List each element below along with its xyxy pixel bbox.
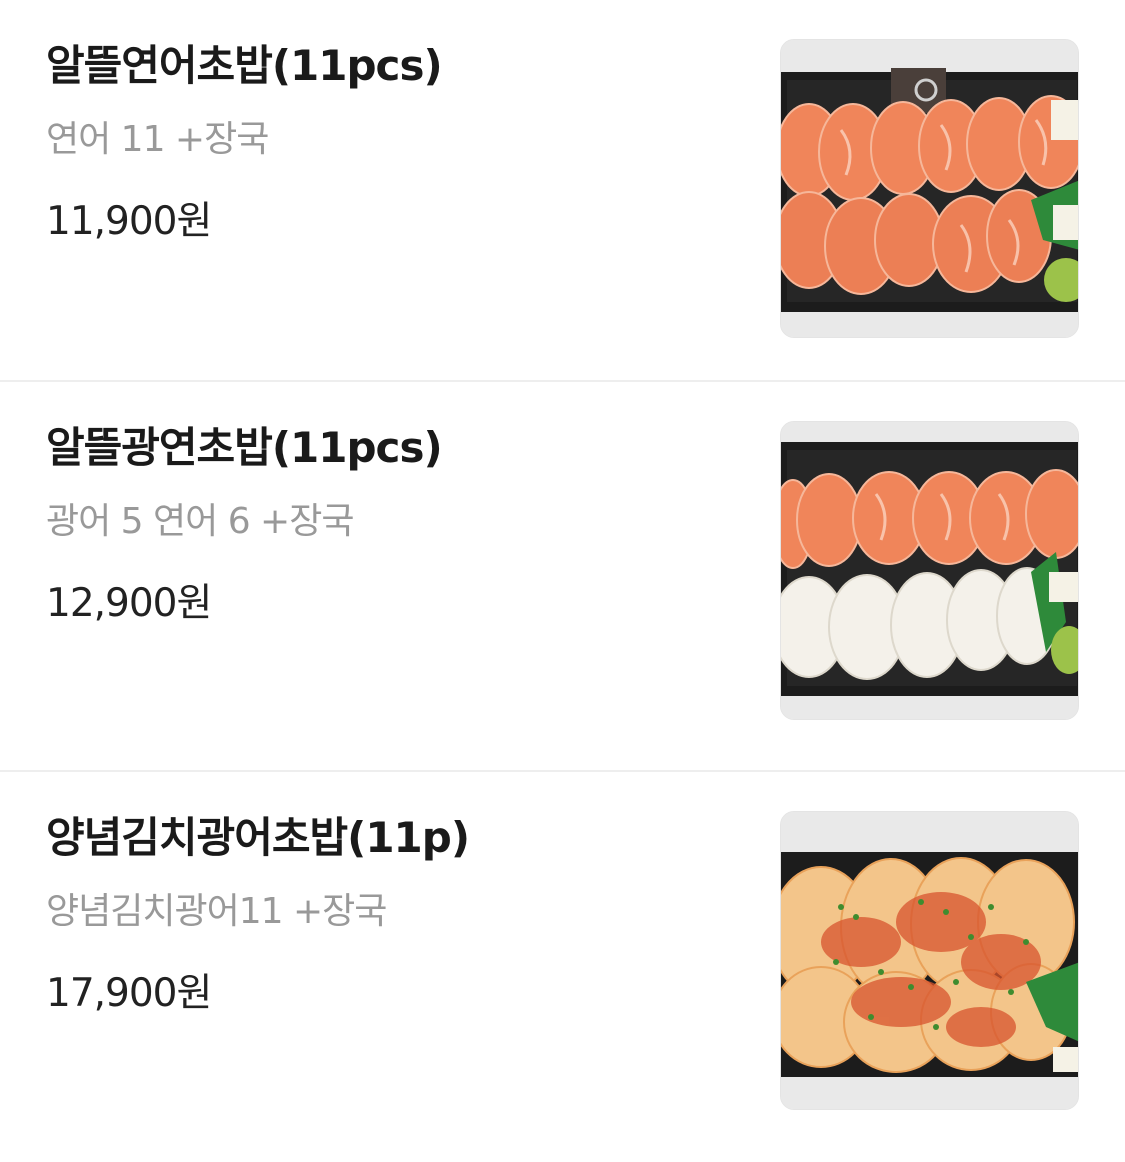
item-description: 연어 11 +장국 [46, 119, 269, 160]
item-name: 알뜰광연초밥(11pcs) [46, 423, 443, 472]
item-price: 11,900원 [46, 199, 212, 244]
item-name: 알뜰연어초밥(11pcs) [46, 41, 443, 90]
item-name: 양념김치광어초밥(11p) [46, 813, 470, 862]
menu-item[interactable]: 알뜰연어초밥(11pcs) 연어 11 +장국 11,900원 [0, 0, 1125, 382]
item-description: 양념김치광어11 +장국 [46, 891, 387, 932]
menu-item[interactable]: 양념김치광어초밥(11p) 양념김치광어11 +장국 17,900원 [0, 772, 1125, 1162]
kimchi-flatfish-sushi-photo[interactable] [780, 811, 1079, 1110]
menu-item[interactable]: 알뜰광연초밥(11pcs) 광어 5 연어 6 +장국 12,900원 [0, 382, 1125, 772]
flatfish-salmon-sushi-photo[interactable] [780, 421, 1079, 720]
salmon-sushi-photo[interactable] [780, 39, 1079, 338]
item-description: 광어 5 연어 6 +장국 [46, 501, 354, 542]
menu-list: 알뜰연어초밥(11pcs) 연어 11 +장국 11,900원 알뜰광연초밥(1… [0, 0, 1125, 1162]
item-price: 17,900원 [46, 971, 212, 1016]
item-price: 12,900원 [46, 581, 212, 626]
